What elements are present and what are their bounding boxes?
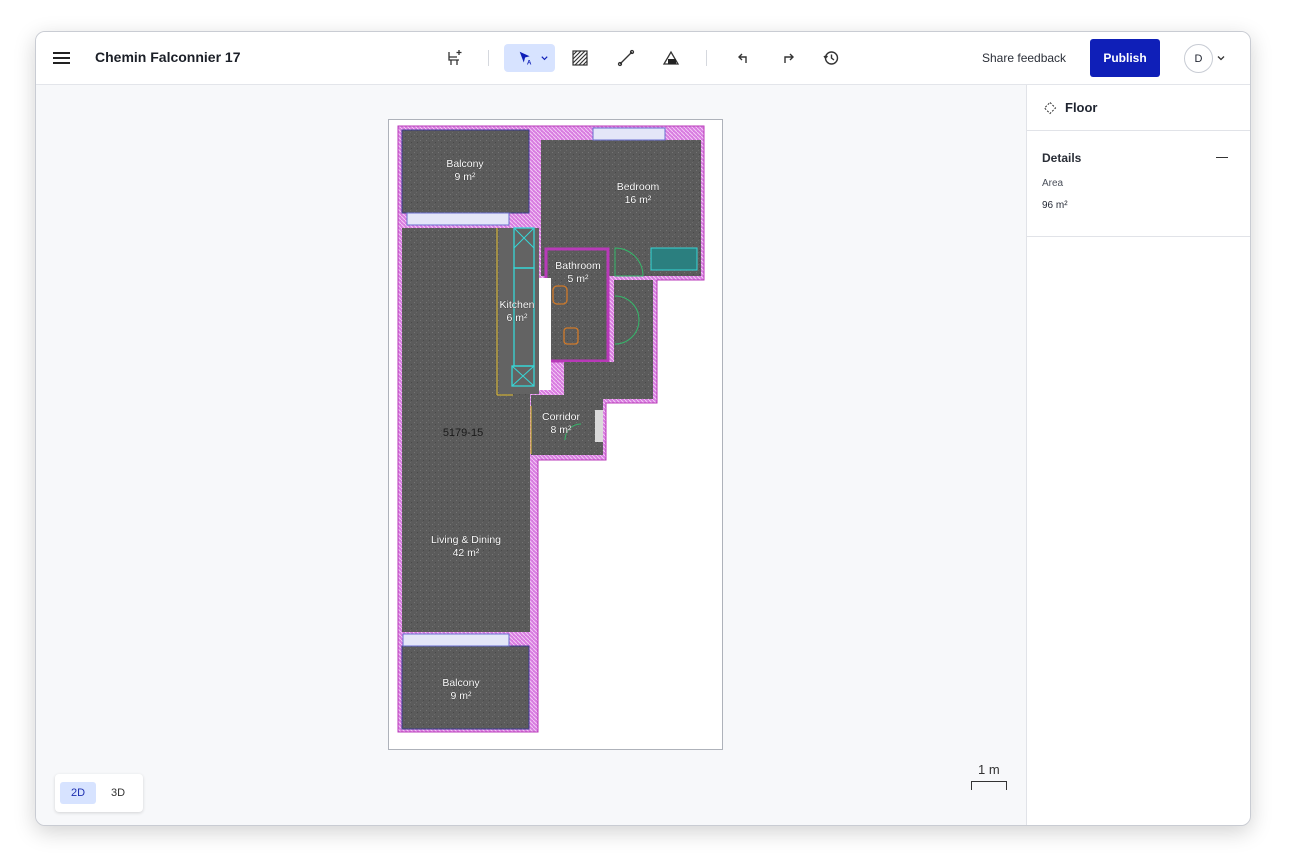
wall-opening: [595, 410, 603, 442]
project-title: Chemin Falconnier 17: [95, 49, 241, 65]
room-label: Bedroom: [617, 181, 660, 193]
floorplan-sheet: Balcony 9 m² Bedroom 16 m² Bathroom 5 m²…: [388, 119, 723, 750]
window: [592, 127, 666, 141]
publish-button[interactable]: Publish: [1090, 39, 1160, 77]
wardrobe: [650, 247, 698, 271]
view-mode-toggle: 2D 3D: [55, 774, 143, 812]
view-2d-button[interactable]: 2D: [60, 782, 96, 804]
area-value: 96 m²: [1042, 200, 1068, 211]
history-icon[interactable]: [816, 44, 846, 72]
wall-opening: [539, 278, 551, 390]
collapse-icon[interactable]: [1215, 151, 1229, 165]
area-label: Area: [1042, 178, 1064, 189]
toolbar-separator: [706, 50, 707, 66]
parcel-number: 5179-15: [443, 427, 483, 439]
area-hatch-icon[interactable]: [565, 44, 595, 72]
add-furniture-icon[interactable]: [440, 44, 470, 72]
select-tool-button[interactable]: A: [504, 44, 555, 72]
room-label: Balcony: [442, 677, 480, 689]
room-area: 9 m²: [455, 171, 477, 183]
details-section: Details Area 96 m²: [1027, 131, 1250, 237]
properties-panel: Floor Details Area 96 m²: [1026, 85, 1250, 825]
top-toolbar: Chemin Falconnier 17 A Share feedback Pu…: [36, 32, 1250, 85]
room-area: 6 m²: [507, 312, 529, 324]
details-heading: Details: [1042, 151, 1082, 165]
room-label: Balcony: [446, 158, 484, 170]
roof-icon[interactable]: [656, 44, 686, 72]
floor-icon: [1043, 101, 1057, 114]
room-label: Kitchen: [499, 299, 534, 311]
svg-text:A: A: [526, 59, 531, 66]
window: [406, 212, 510, 226]
scale-bar: [971, 781, 1007, 790]
floorplan-drawing[interactable]: Balcony 9 m² Bedroom 16 m² Bathroom 5 m²…: [389, 120, 722, 749]
room-area: 16 m²: [625, 194, 652, 206]
room-area: 42 m²: [453, 547, 480, 559]
panel-header: Floor: [1027, 85, 1250, 131]
menu-icon[interactable]: [50, 46, 74, 70]
avatar[interactable]: D: [1184, 44, 1213, 73]
view-3d-button[interactable]: 3D: [100, 782, 136, 804]
chevron-down-icon: [541, 56, 548, 61]
room-kitchen[interactable]: [499, 228, 539, 394]
room-area: 9 m²: [451, 690, 473, 702]
room-area: 8 m²: [551, 424, 573, 436]
line-draw-icon[interactable]: [611, 44, 641, 72]
plan-canvas[interactable]: Balcony 9 m² Bedroom 16 m² Bathroom 5 m²…: [36, 85, 1026, 825]
chevron-down-icon[interactable]: [1216, 53, 1226, 63]
scale-label: 1 m: [978, 762, 1000, 777]
room-label: Living & Dining: [431, 534, 501, 546]
room-label: Corridor: [542, 411, 580, 423]
share-feedback-link[interactable]: Share feedback: [982, 51, 1066, 65]
room-label: Bathroom: [555, 260, 601, 272]
select-tool-icon: A: [519, 51, 531, 66]
toolbar-separator: [488, 50, 489, 66]
redo-icon[interactable]: [773, 44, 803, 72]
window: [402, 633, 510, 647]
room-area: 5 m²: [568, 273, 590, 285]
app-window: Chemin Falconnier 17 A Share feedback Pu…: [35, 31, 1251, 826]
undo-icon[interactable]: [729, 44, 759, 72]
panel-title: Floor: [1065, 100, 1098, 115]
